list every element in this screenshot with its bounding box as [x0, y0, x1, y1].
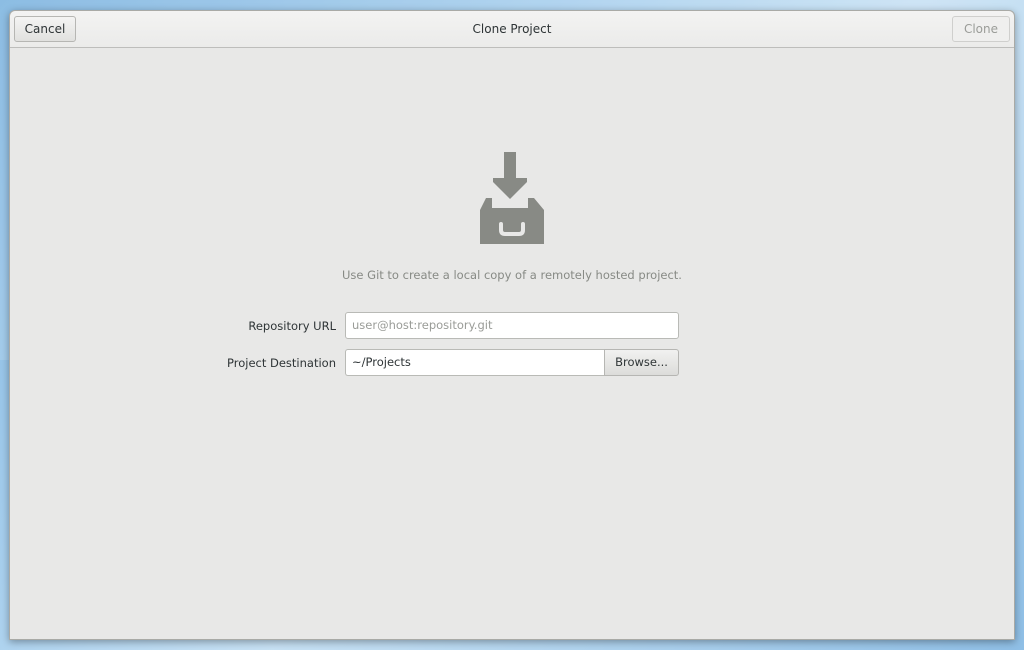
repository-url-placeholder: user@host:repository.git: [352, 318, 493, 332]
repository-url-label: Repository URL: [248, 319, 336, 333]
header-bar: Cancel Clone Project Clone: [10, 11, 1014, 48]
clone-button[interactable]: Clone: [952, 16, 1010, 42]
dialog-content: Use Git to create a local copy of a remo…: [10, 48, 1014, 639]
project-destination-input[interactable]: ~/Projects: [345, 349, 604, 376]
description-text: Use Git to create a local copy of a remo…: [342, 268, 682, 282]
download-tray-icon: [479, 152, 545, 244]
project-destination-label: Project Destination: [227, 356, 336, 370]
browse-button[interactable]: Browse...: [604, 349, 679, 376]
clone-project-dialog: Cancel Clone Project Clone Use Git to cr…: [9, 10, 1015, 640]
dialog-title: Clone Project: [472, 22, 552, 36]
repository-url-input[interactable]: user@host:repository.git: [345, 312, 679, 339]
